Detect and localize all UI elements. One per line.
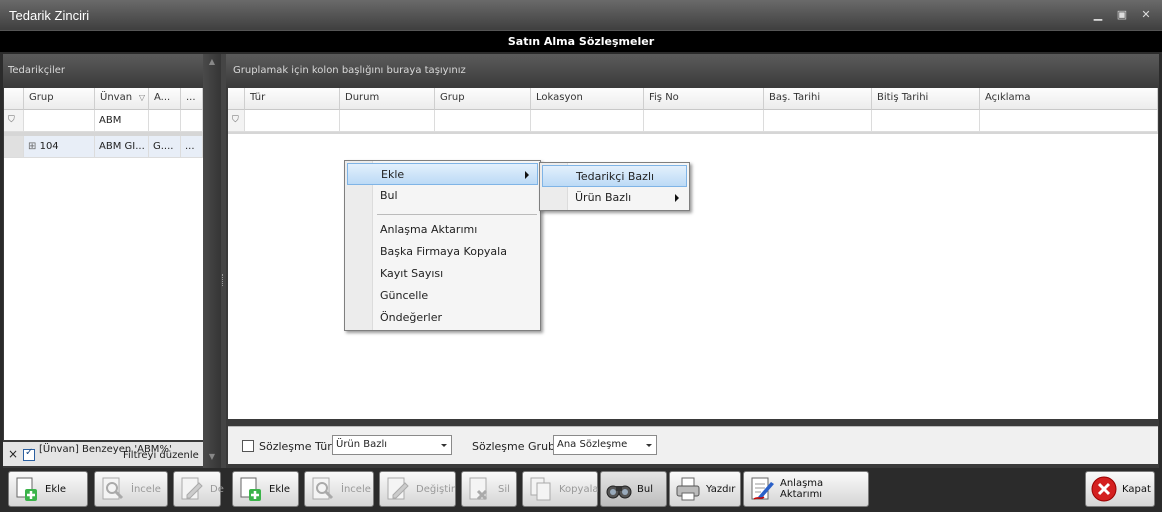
menu-item-refresh[interactable]: Güncelle <box>347 285 538 307</box>
filter-edit-link[interactable]: Filtreyi düzenle <box>123 450 199 461</box>
menu-item-add[interactable]: Ekle <box>347 163 538 185</box>
suppliers-grid: Grup Ünvan ▽ A... ... ⛉ ABM ⊞ 104 ABM GI.… <box>4 88 203 440</box>
col-more[interactable]: ... <box>181 88 203 110</box>
edit-document-icon <box>387 477 409 500</box>
chevron-right-icon <box>675 194 679 202</box>
menu-item-copy-to-firm[interactable]: Başka Firmaya Kopyala <box>347 241 538 263</box>
suppliers-title: Tedarikçiler <box>3 54 203 88</box>
add-submenu: Tedarikçi Bazlı Ürün Bazlı <box>539 162 690 211</box>
menu-item-record-count[interactable]: Kayıt Sayısı <box>347 263 538 285</box>
delete-document-icon <box>469 477 488 501</box>
col-unvan[interactable]: Ünvan ▽ <box>95 88 149 110</box>
filter-panel: × ✓ [Ünvan] Benzeyen 'ABM%' Filtreyi düz… <box>3 442 203 466</box>
filter-icon[interactable]: ▽ <box>139 88 145 108</box>
magnifier-icon <box>102 477 124 500</box>
delete-button[interactable]: Sil <box>461 471 517 507</box>
col-a[interactable]: A... <box>149 88 181 110</box>
left-add-button[interactable]: Ekle <box>8 471 88 507</box>
submenu-item-product-based[interactable]: Ürün Bazlı <box>542 187 687 209</box>
filter-cell[interactable] <box>245 110 340 132</box>
filter-close-icon[interactable]: × <box>8 447 18 461</box>
add-document-icon <box>240 477 261 501</box>
contract-type-checkbox[interactable] <box>242 440 254 452</box>
filter-cell[interactable] <box>764 110 872 132</box>
contract-type-select[interactable]: Ürün Bazlı <box>332 435 452 455</box>
checkmark-icon: ✓ <box>25 447 34 458</box>
find-button[interactable]: Bul <box>600 471 667 507</box>
printer-icon <box>676 477 700 501</box>
filter-row-icon: ⛉ <box>228 110 245 132</box>
filter-cell-more[interactable] <box>181 110 203 132</box>
menu-item-contract-transfer[interactable]: Anlaşma Aktarımı <box>347 219 538 241</box>
suppliers-panel: Tedarikçiler ▲ ▼ Grup Ünvan ▽ A... ... ⛉ … <box>3 54 221 468</box>
filter-enable-checkbox[interactable]: ✓ <box>23 447 35 461</box>
contract-group-select[interactable]: Ana Sözleşme <box>553 435 657 455</box>
filter-cell[interactable] <box>531 110 644 132</box>
minimize-button[interactable]: ▁ <box>1090 7 1106 23</box>
col-fis-no[interactable]: Fiş No <box>644 88 764 110</box>
print-button[interactable]: Yazdır <box>669 471 741 507</box>
filter-cell-unvan[interactable]: ABM <box>95 110 149 132</box>
maximize-button[interactable]: ▣ <box>1114 7 1130 23</box>
col-grup[interactable]: Grup <box>24 88 95 110</box>
left-inspect-button[interactable]: İncele <box>94 471 168 507</box>
filter-row-icon: ⛉ <box>4 110 24 132</box>
col-grup-main[interactable]: Grup <box>435 88 531 110</box>
contract-group-label: Sözleşme Grubu <box>472 440 562 453</box>
menu-item-defaults[interactable]: Öndeğerler <box>347 307 538 329</box>
context-menu: Ekle Bul Anlaşma Aktarımı Başka Firmaya … <box>344 160 541 331</box>
copy-button[interactable]: Kopyala <box>522 471 598 507</box>
contract-transfer-button[interactable]: Anlaşma Aktarımı <box>743 471 869 507</box>
add-button[interactable]: Ekle <box>232 471 299 507</box>
filter-cell[interactable] <box>435 110 531 132</box>
expand-icon[interactable]: ⊞ <box>28 141 36 152</box>
col-bas-tarihi[interactable]: Baş. Tarihi <box>764 88 872 110</box>
filter-bar: Sözleşme Türü Ürün Bazlı Sözleşme Grubu … <box>228 426 1158 464</box>
col-tur[interactable]: Tür <box>245 88 340 110</box>
col-durum[interactable]: Durum <box>340 88 435 110</box>
filter-cell-grup[interactable] <box>24 110 95 132</box>
close-button[interactable]: Kapat <box>1085 471 1155 507</box>
suppliers-scrollbar[interactable]: ▲ ▼ <box>203 54 221 468</box>
copy-icon <box>530 477 551 501</box>
col-aciklama[interactable]: Açıklama <box>980 88 1158 110</box>
edit-document-icon <box>181 477 203 500</box>
add-document-icon <box>16 477 37 501</box>
left-edit-button[interactable]: De <box>173 471 224 507</box>
col-bitis-tarihi[interactable]: Bitiş Tarihi <box>872 88 980 110</box>
window-title: Tedarik Zinciri <box>9 8 90 23</box>
chevron-right-icon <box>525 171 529 179</box>
contract-type-label: Sözleşme Türü <box>259 440 339 453</box>
form-title: Satın Alma Sözleşmeler <box>0 30 1162 52</box>
filter-cell[interactable] <box>644 110 764 132</box>
scroll-up-icon[interactable]: ▲ <box>206 57 218 67</box>
col-lokasyon[interactable]: Lokasyon <box>531 88 644 110</box>
chevron-down-icon <box>441 444 447 447</box>
chevron-down-icon <box>646 444 652 447</box>
signed-document-icon <box>751 477 774 500</box>
table-row[interactable]: ⊞ 104 ABM GI... G.... ... <box>4 136 203 158</box>
edit-button[interactable]: Değiştir <box>379 471 456 507</box>
binoculars-icon <box>606 485 632 499</box>
filter-cell-a[interactable] <box>149 110 181 132</box>
close-window-button[interactable]: ✕ <box>1138 7 1154 23</box>
window-titlebar: Tedarik Zinciri ▁ ▣ ✕ <box>0 0 1162 30</box>
inspect-button[interactable]: İncele <box>304 471 374 507</box>
filter-cell[interactable] <box>340 110 435 132</box>
filter-cell[interactable] <box>872 110 980 132</box>
magnifier-icon <box>312 477 334 500</box>
group-by-area[interactable]: Gruplamak için kolon başlığını buraya ta… <box>226 54 1159 88</box>
filter-cell[interactable] <box>980 110 1158 132</box>
menu-item-find[interactable]: Bul <box>347 185 538 207</box>
scroll-down-icon[interactable]: ▼ <box>206 452 218 462</box>
close-circle-icon <box>1091 476 1117 502</box>
submenu-item-supplier-based[interactable]: Tedarikçi Bazlı <box>542 165 687 187</box>
